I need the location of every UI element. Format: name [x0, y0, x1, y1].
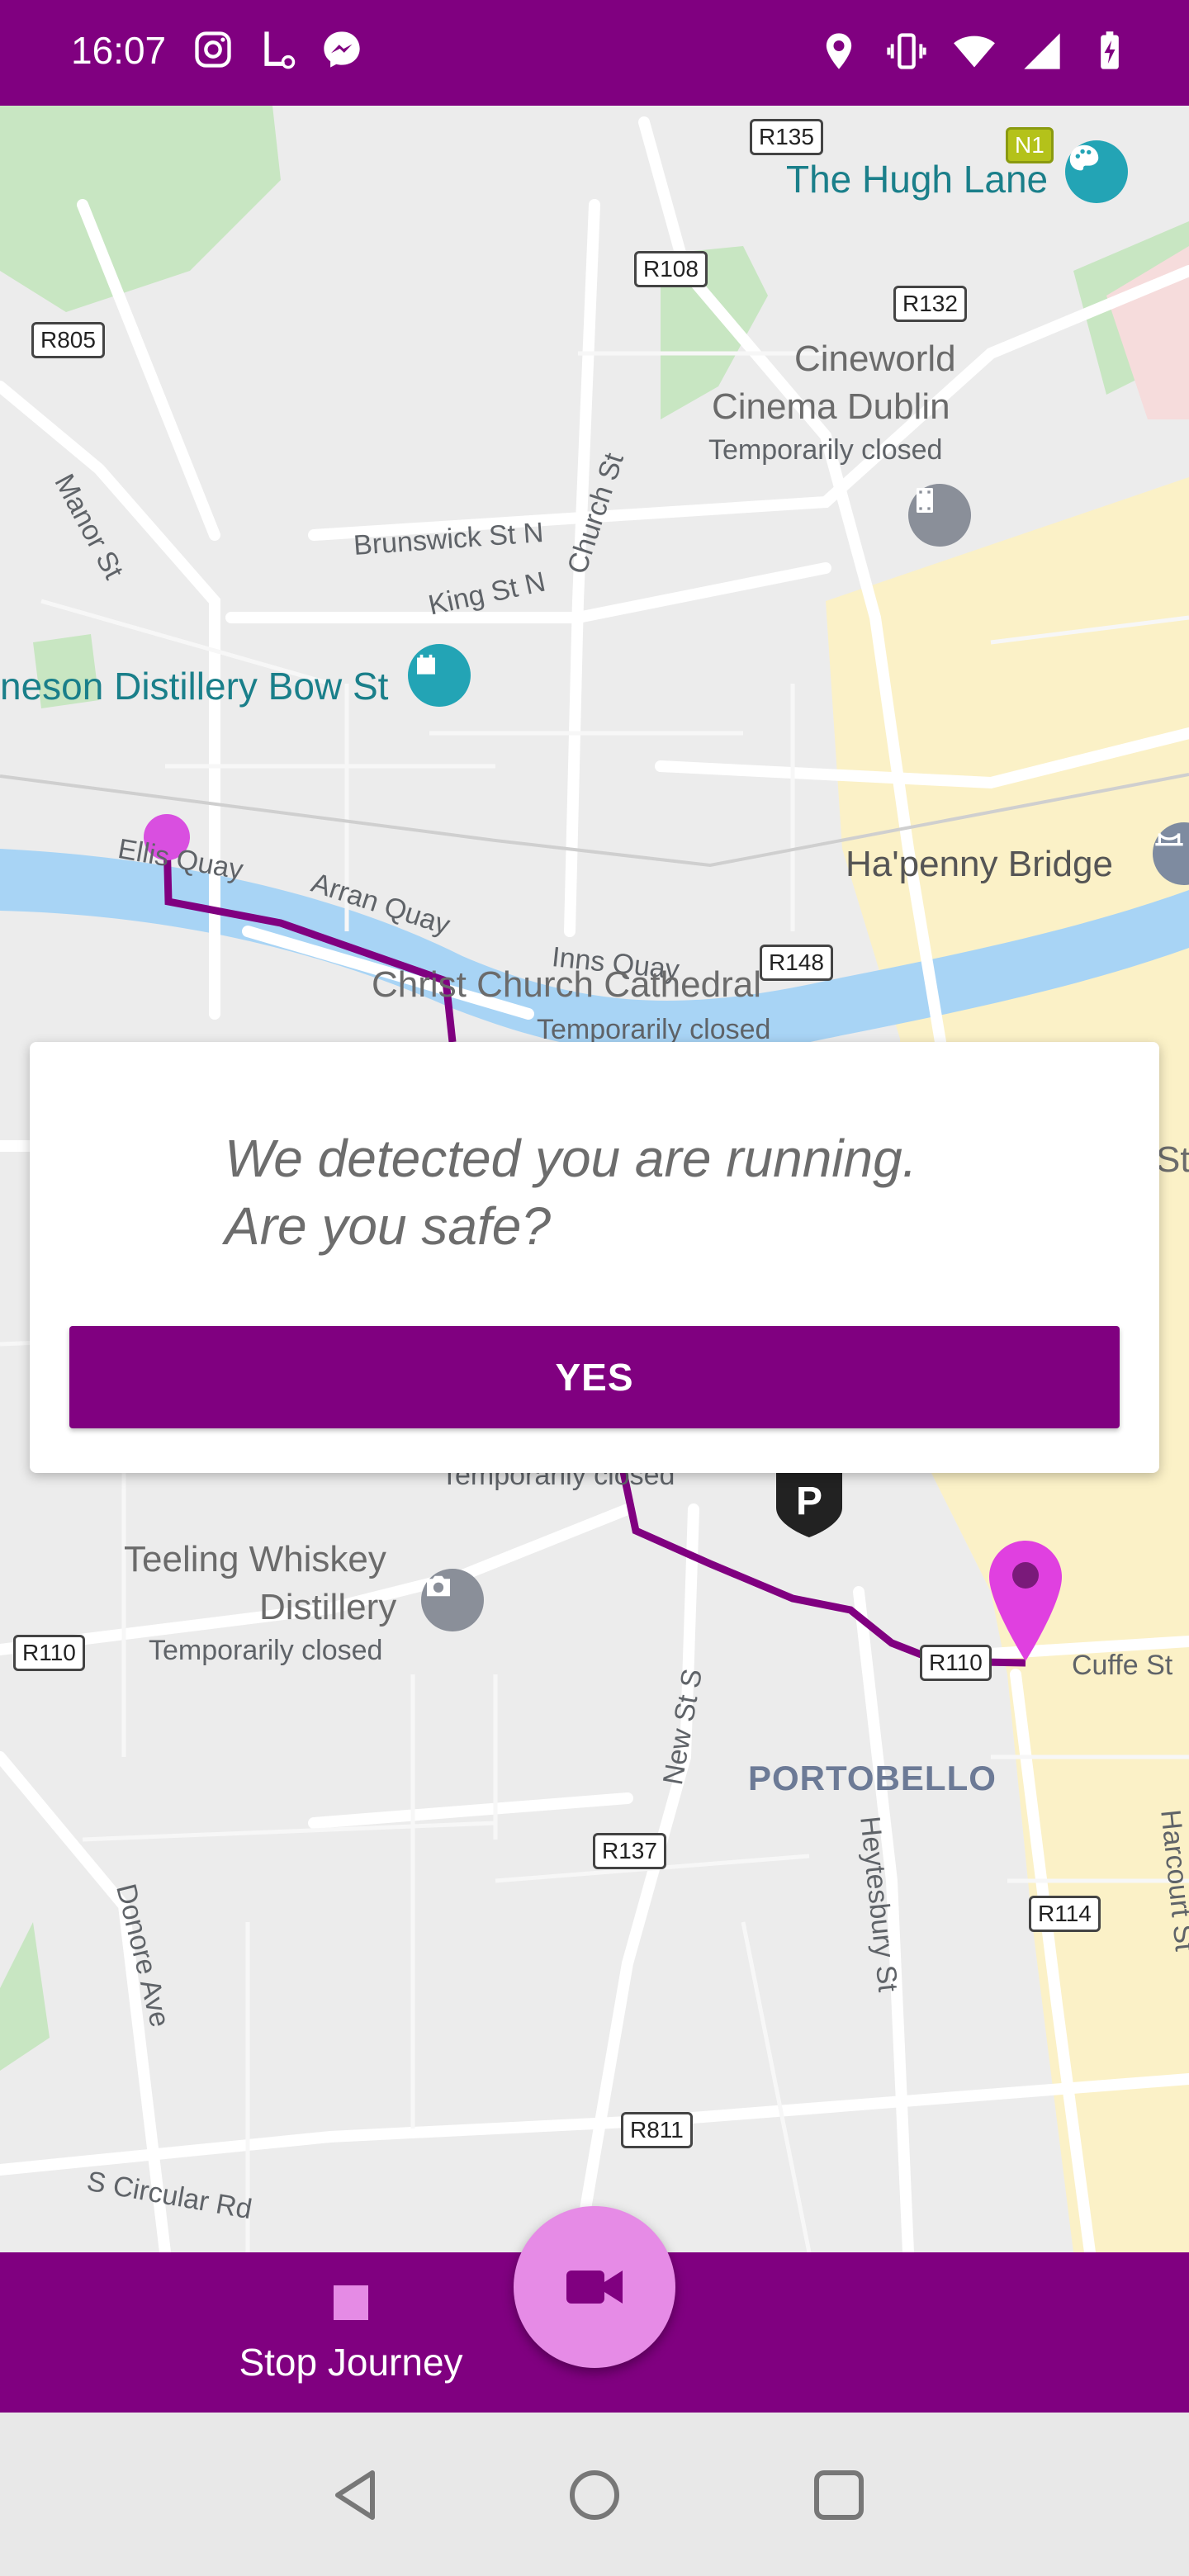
- dialog-message-line: We detected you are running.: [225, 1129, 917, 1188]
- battery-charging-icon: [1101, 31, 1119, 69]
- location-badge-icon: [264, 31, 296, 69]
- road-shield: R108: [634, 251, 708, 287]
- district-label: PORTOBELLO: [748, 1759, 997, 1797]
- system-nav-bar: [0, 2413, 1189, 2576]
- map-label: Teeling Whiskey: [124, 1539, 386, 1579]
- map-label: neson Distillery Bow St: [0, 665, 389, 708]
- svg-text:P: P: [796, 1480, 822, 1523]
- yes-button[interactable]: YES: [69, 1326, 1120, 1428]
- wifi-icon: [954, 36, 995, 68]
- parking-icon[interactable]: P: [773, 1466, 846, 1541]
- road-shield: R805: [31, 322, 105, 358]
- map-label: The Hugh Lane: [786, 158, 1049, 201]
- road-shield: R137: [593, 1833, 666, 1869]
- stop-icon: [334, 2285, 368, 2320]
- distillery-poi-icon[interactable]: [408, 644, 471, 707]
- road-shield: R132: [893, 286, 967, 322]
- dialog-message-line: Are you safe?: [225, 1196, 551, 1256]
- destination-pin-icon[interactable]: [988, 1539, 1063, 1663]
- road-shield: R110: [920, 1645, 992, 1681]
- home-icon[interactable]: [565, 2465, 624, 2525]
- palette-icon: [1069, 144, 1099, 171]
- map-label: Temporarily closed: [149, 1635, 383, 1666]
- stop-journey-label: Stop Journey: [239, 2341, 463, 2384]
- map-label: Distillery: [259, 1587, 397, 1627]
- road-shield: R114: [1029, 1896, 1101, 1932]
- road-shield: R110: [13, 1635, 85, 1671]
- road-shield: R135: [750, 119, 823, 155]
- map-label: Ha'penny Bridge: [846, 844, 1113, 884]
- street-label: Cuffe St: [1072, 1650, 1173, 1681]
- road-shield: R148: [760, 945, 833, 981]
- park-area: [0, 106, 281, 312]
- castle-icon: [417, 654, 435, 675]
- dialog-message: We detected you are running. Are you saf…: [225, 1125, 1092, 1260]
- map-label: Christ Church Cathedral: [372, 964, 761, 1005]
- teeling-poi-icon[interactable]: [421, 1569, 484, 1631]
- cinema-poi-icon[interactable]: [908, 484, 971, 547]
- instagram-icon: [195, 31, 231, 68]
- map-label: Cineworld: [794, 339, 956, 379]
- film-icon: [917, 488, 933, 513]
- safety-dialog: We detected you are running. Are you saf…: [30, 1042, 1159, 1473]
- vibrate-icon: [887, 33, 926, 69]
- road-shield: N1: [1006, 127, 1054, 163]
- stop-journey-button[interactable]: Stop Journey: [215, 2282, 487, 2398]
- video-camera-icon: [566, 2271, 623, 2304]
- bridge-icon: [1155, 833, 1183, 846]
- map-label: Temporarily closed: [708, 434, 943, 466]
- cell-signal-icon: [1024, 33, 1060, 69]
- status-bar: 16:07: [0, 0, 1189, 106]
- status-time: 16:07: [71, 29, 167, 72]
- map-label: Cinema Dublin: [712, 386, 950, 427]
- messenger-icon: [324, 31, 360, 68]
- back-icon[interactable]: [325, 2465, 385, 2525]
- record-video-button[interactable]: [514, 2206, 675, 2368]
- park-area: [0, 1922, 50, 2071]
- camera-icon: [427, 1575, 450, 1597]
- map-label: St: [1156, 1139, 1189, 1180]
- road-shield: R811: [621, 2112, 693, 2148]
- museum-poi-icon[interactable]: [1065, 140, 1128, 203]
- recents-icon[interactable]: [809, 2465, 869, 2525]
- location-pin-icon: [826, 33, 852, 69]
